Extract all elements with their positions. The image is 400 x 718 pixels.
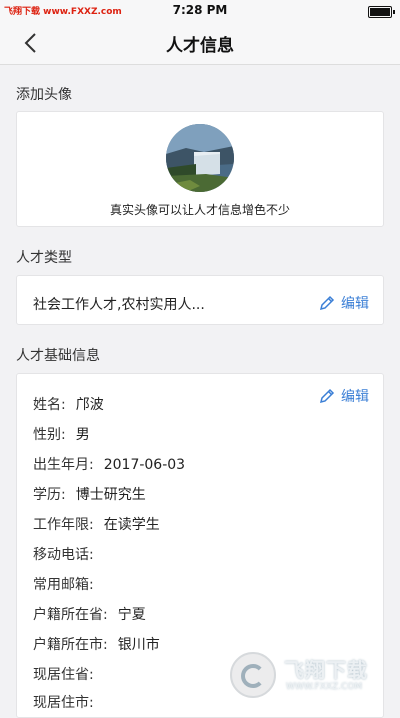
info-key: 学历: bbox=[33, 487, 66, 503]
info-value: 在读学生 bbox=[103, 517, 160, 533]
info-value: 博士研究生 bbox=[75, 487, 146, 503]
info-row-work-years: 工作年限: 在读学生 bbox=[33, 514, 160, 534]
info-row-birth: 出生年月: 2017-06-03 bbox=[33, 454, 185, 474]
info-key: 性别: bbox=[33, 427, 66, 443]
talent-type-card: 社会工作人才,农村实用人... 编辑 bbox=[16, 275, 384, 325]
avatar-card[interactable]: 真实头像可以让人才信息增色不少 bbox=[16, 111, 384, 227]
avatar-caption: 真实头像可以让人才信息增色不少 bbox=[109, 203, 290, 217]
info-value: 宁夏 bbox=[117, 607, 146, 623]
info-row-gender: 性别: 男 bbox=[33, 424, 90, 444]
info-value: 银川市 bbox=[117, 637, 160, 653]
watermark-url: WWW.FXXZ.COM bbox=[286, 682, 363, 692]
edit-label: 编辑 bbox=[341, 389, 369, 405]
talent-type-edit-button[interactable]: 编辑 bbox=[319, 293, 369, 313]
avatar-section-label: 添加头像 bbox=[16, 87, 72, 103]
status-bar: 飞翔下载 www.FXXZ.com 7:28 PM bbox=[0, 0, 400, 22]
info-value: 邝波 bbox=[75, 397, 104, 413]
info-key: 移动电话: bbox=[33, 547, 94, 563]
info-row-name: 姓名: 邝波 bbox=[33, 394, 104, 414]
status-time: 7:28 PM bbox=[172, 3, 228, 17]
basic-info-edit-button[interactable]: 编辑 bbox=[319, 386, 369, 406]
info-key: 户籍所在省: bbox=[33, 607, 108, 623]
info-row-email: 常用邮箱: bbox=[33, 574, 104, 594]
battery-icon bbox=[368, 6, 395, 18]
info-key: 现居住市: bbox=[33, 695, 94, 711]
pencil-icon bbox=[319, 388, 335, 404]
navigation-bar: 人才信息 bbox=[0, 22, 400, 65]
edit-label: 编辑 bbox=[341, 296, 369, 312]
info-key: 现居住省: bbox=[33, 667, 94, 683]
avatar-landscape-image bbox=[166, 124, 234, 192]
info-value: 男 bbox=[75, 427, 90, 443]
info-key: 户籍所在市: bbox=[33, 637, 108, 653]
talent-type-label: 人才类型 bbox=[16, 250, 72, 266]
info-row-hukou-province: 户籍所在省: 宁夏 bbox=[33, 604, 146, 624]
watermark-logo: 飞翔下载 WWW.FXXZ.COM bbox=[230, 650, 390, 700]
info-row-education: 学历: 博士研究生 bbox=[33, 484, 146, 504]
page-title: 人才信息 bbox=[166, 36, 234, 56]
info-row-hukou-city: 户籍所在市: 银川市 bbox=[33, 634, 160, 654]
info-key: 出生年月: bbox=[33, 457, 94, 473]
info-key: 姓名: bbox=[33, 397, 66, 413]
info-value: 2017-06-03 bbox=[103, 457, 186, 473]
info-key: 常用邮箱: bbox=[33, 577, 94, 593]
info-key: 工作年限: bbox=[33, 517, 94, 533]
talent-type-value: 社会工作人才,农村实用人... bbox=[33, 297, 205, 313]
pencil-icon bbox=[319, 295, 335, 311]
watermark-logo-icon bbox=[230, 652, 276, 698]
info-row-mobile: 移动电话: bbox=[33, 544, 104, 564]
basic-info-label: 人才基础信息 bbox=[16, 348, 100, 364]
avatar[interactable] bbox=[166, 124, 234, 192]
info-row-residence-city: 现居住市: bbox=[33, 692, 104, 712]
watermark-name: 飞翔下载 bbox=[284, 658, 368, 682]
info-row-residence-province: 现居住省: bbox=[33, 664, 104, 684]
